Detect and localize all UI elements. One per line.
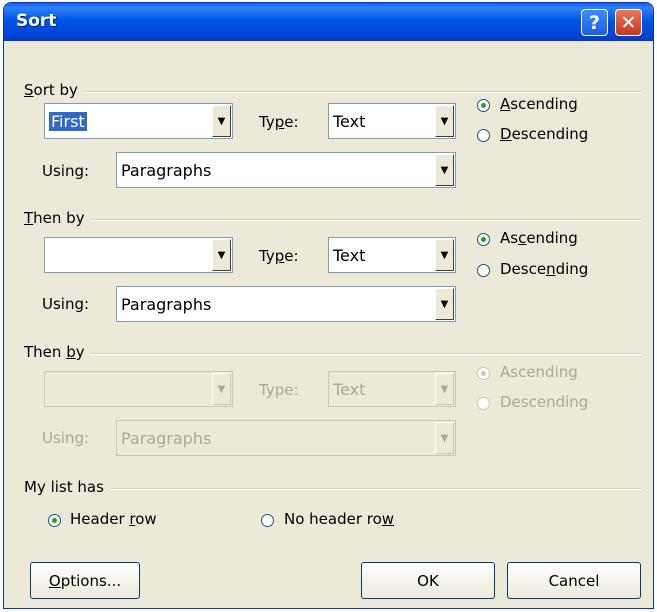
sort-by-using-combo[interactable]: Paragraphs ▼ — [116, 152, 456, 188]
chevron-down-icon: ▼ — [435, 422, 454, 454]
sort-by-divider — [24, 91, 642, 93]
then-by-2-ascending-label: Ascending — [500, 363, 578, 381]
chevron-down-icon[interactable]: ▼ — [435, 288, 454, 320]
title-bar[interactable]: Sort ? ✕ — [4, 3, 653, 41]
chevron-down-icon[interactable]: ▼ — [435, 154, 454, 186]
then-by-2-descending-radio — [477, 397, 490, 410]
sort-by-using-value: Paragraphs — [121, 161, 212, 180]
sort-by-descending-label[interactable]: Descending — [500, 125, 588, 143]
then-by-2-divider — [24, 353, 642, 355]
no-header-row-radio[interactable] — [261, 514, 274, 527]
then-by-2-type-value: Text — [333, 380, 366, 399]
sort-by-field-value: First — [49, 112, 87, 131]
chevron-down-icon[interactable]: ▼ — [212, 105, 231, 137]
sort-by-using-label: Using: — [42, 162, 90, 180]
then-by-2-type-combo: Text ▼ — [328, 371, 456, 407]
then-by-descending-radio[interactable] — [477, 264, 490, 277]
sort-by-type-label: Type: — [259, 113, 299, 131]
sort-by-ascending-label[interactable]: Ascending — [500, 95, 578, 113]
header-row-label[interactable]: Header row — [70, 510, 157, 528]
sort-by-label: Sort by — [24, 81, 84, 99]
then-by-field-combo[interactable]: ▼ — [44, 237, 233, 273]
then-by-label: Then by — [24, 209, 91, 227]
my-list-has-label: My list has — [24, 478, 110, 496]
my-list-has-divider — [24, 488, 642, 490]
then-by-type-combo[interactable]: Text ▼ — [328, 237, 456, 273]
header-row-radio[interactable] — [48, 514, 61, 527]
then-by-using-value: Paragraphs — [121, 295, 212, 314]
close-button[interactable]: ✕ — [615, 9, 642, 36]
dialog-title: Sort — [16, 11, 57, 31]
sort-by-field-combo[interactable]: First ▼ — [44, 103, 233, 139]
then-by-2-using-label: Using: — [42, 429, 90, 447]
then-by-using-combo[interactable]: Paragraphs ▼ — [116, 286, 456, 322]
close-icon: ✕ — [620, 11, 637, 34]
then-by-ascending-label[interactable]: Ascending — [500, 229, 578, 247]
then-by-2-using-combo: Paragraphs ▼ — [116, 420, 456, 456]
ok-button[interactable]: OK — [361, 562, 495, 599]
help-icon: ? — [588, 11, 601, 34]
then-by-2-ascending-radio — [477, 367, 490, 380]
then-by-ascending-radio[interactable] — [477, 233, 490, 246]
options-button[interactable]: Options... — [30, 562, 140, 599]
sort-dialog: Sort ? ✕ Sort by First ▼ Type: Text ▼ Us… — [3, 2, 654, 609]
options-button-label: Options... — [48, 571, 122, 590]
chevron-down-icon: ▼ — [435, 373, 454, 405]
then-by-descending-label[interactable]: Descending — [500, 260, 588, 278]
sort-by-type-value: Text — [333, 112, 366, 131]
chevron-down-icon: ▼ — [212, 373, 231, 405]
sort-by-type-combo[interactable]: Text ▼ — [328, 103, 456, 139]
then-by-type-label: Type: — [259, 247, 299, 265]
then-by-divider — [24, 219, 642, 221]
then-by-using-label: Using: — [42, 295, 90, 313]
chevron-down-icon[interactable]: ▼ — [212, 239, 231, 271]
then-by-2-type-label: Type: — [259, 381, 299, 399]
no-header-row-label[interactable]: No header row — [284, 510, 394, 528]
help-button[interactable]: ? — [581, 9, 608, 36]
then-by-2-using-value: Paragraphs — [121, 429, 212, 448]
chevron-down-icon[interactable]: ▼ — [435, 105, 454, 137]
sort-by-ascending-radio[interactable] — [477, 99, 490, 112]
then-by-2-descending-label: Descending — [500, 393, 589, 411]
then-by-2-label: Then by — [24, 343, 91, 361]
chevron-down-icon[interactable]: ▼ — [435, 239, 454, 271]
then-by-type-value: Text — [333, 246, 366, 265]
cancel-button[interactable]: Cancel — [507, 562, 641, 599]
then-by-2-field-combo: ▼ — [44, 371, 233, 407]
sort-by-descending-radio[interactable] — [477, 129, 490, 142]
